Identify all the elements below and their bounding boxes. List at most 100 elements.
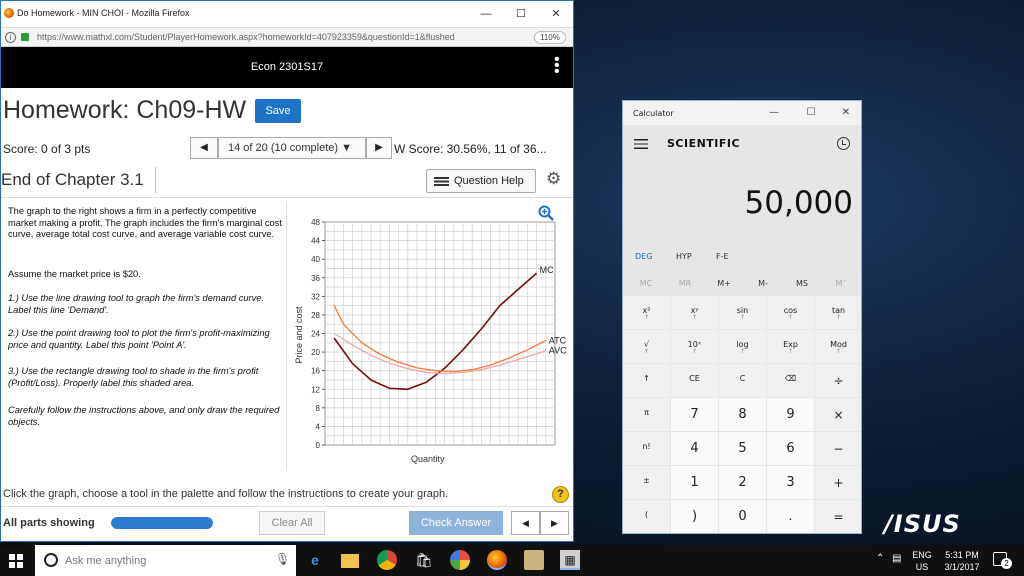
store-icon[interactable]: 🛍 (414, 550, 434, 570)
next-part-button[interactable]: ▶ (540, 511, 569, 535)
calc-key[interactable]: ± (623, 466, 670, 499)
shift-arrow-icon: ↑ (787, 348, 794, 355)
network-icon[interactable]: ▤ (892, 553, 901, 564)
question-help-button[interactable]: Question Help (426, 169, 536, 193)
calc-key[interactable]: C (719, 364, 766, 397)
zoom-indicator[interactable]: 110% (534, 31, 566, 44)
calc-key-label: 0 (738, 509, 747, 524)
calc-close-button[interactable]: ✕ (836, 107, 856, 118)
calc-key[interactable]: 6 (767, 432, 814, 465)
hamburger-menu-icon[interactable] (634, 139, 648, 149)
calculator-taskbar-icon[interactable]: ▦ (560, 550, 580, 570)
microphone-icon[interactable]: 🎙 (275, 552, 290, 566)
edge-browser-icon[interactable]: e (305, 550, 325, 570)
calc-key[interactable]: log ↑ (719, 330, 766, 363)
calc-key[interactable]: x² ↑ (623, 296, 670, 329)
calc-key[interactable]: n! (623, 432, 670, 465)
calc-key[interactable]: sin ↑ (719, 296, 766, 329)
calc-key[interactable]: Exp ↑ (767, 330, 814, 363)
calc-key[interactable]: π (623, 398, 670, 431)
calc-key-label: C (739, 374, 746, 383)
y-tick-label: 36 (311, 274, 320, 283)
firefox-logo-icon (4, 8, 14, 18)
previous-question-button[interactable]: ◀ (190, 137, 218, 159)
minimize-button[interactable]: — (471, 5, 501, 23)
history-icon[interactable] (837, 137, 850, 150)
calc-key-label: . (788, 509, 793, 524)
calc-key[interactable]: 1 (671, 466, 718, 499)
deg-toggle[interactable]: DEG (635, 252, 652, 261)
calc-key[interactable]: ⌫ (767, 364, 814, 397)
calc-key[interactable]: ) (671, 500, 718, 533)
course-name: Econ 2301S17 (250, 61, 324, 73)
calc-maximize-button[interactable]: ☐ (801, 107, 821, 118)
shift-arrow-icon: ↑ (835, 314, 842, 321)
calc-key[interactable]: 9 (767, 398, 814, 431)
calc-key-label: + (833, 476, 844, 490)
chrome-icon[interactable] (377, 550, 397, 570)
calc-key[interactable]: = (815, 500, 861, 533)
calc-key[interactable]: 3 (767, 466, 814, 499)
calc-key[interactable]: xʸ ↑ (671, 296, 718, 329)
prev-part-button[interactable]: ◀ (511, 511, 540, 535)
calc-key[interactable]: CE (671, 364, 718, 397)
calc-key[interactable]: 8 (719, 398, 766, 431)
next-question-button[interactable]: ▶ (366, 137, 392, 159)
save-button[interactable]: Save (255, 99, 301, 123)
calc-key[interactable]: 2 (719, 466, 766, 499)
clock[interactable]: 5:31 PM 3/1/2017 (942, 549, 982, 573)
more-options-icon[interactable]: • • • (554, 52, 560, 80)
memory-key[interactable]: M˅ (818, 279, 861, 288)
calc-key[interactable]: ( (623, 500, 670, 533)
shift-arrow-icon: ↑ (739, 314, 746, 321)
calc-key[interactable]: √ ↑ (623, 330, 670, 363)
cost-curve-graph[interactable]: 04812162024283236404448 MCATCAVC Price a… (288, 201, 568, 476)
calc-key[interactable]: ↑ (623, 364, 670, 397)
calc-key[interactable]: 5 (719, 432, 766, 465)
parts-showing-label: All parts showing (3, 517, 95, 529)
calc-key[interactable]: Mod ↑ (815, 330, 861, 363)
calc-key[interactable]: 10ˣ ↑ (671, 330, 718, 363)
calc-key[interactable]: + (815, 466, 861, 499)
hyp-toggle[interactable]: HYP (676, 252, 692, 261)
firefox-taskbar-icon[interactable] (487, 550, 507, 570)
y-tick-label: 40 (311, 255, 320, 264)
close-button[interactable]: ✕ (541, 5, 571, 23)
calc-minimize-button[interactable]: — (764, 107, 784, 118)
gear-icon[interactable]: ⚙ (546, 169, 561, 189)
windows-start-icon[interactable] (9, 554, 23, 568)
divider (1, 506, 573, 507)
calc-key[interactable]: 7 (671, 398, 718, 431)
help-icon[interactable]: ? (552, 486, 569, 503)
address-bar[interactable]: i https://www.mathxl.com/Student/PlayerH… (1, 27, 573, 47)
calc-key[interactable]: cos ↑ (767, 296, 814, 329)
picasa-icon[interactable] (450, 550, 470, 570)
calc-key[interactable]: − (815, 432, 861, 465)
clear-all-button[interactable]: Clear All (259, 511, 325, 535)
calc-key[interactable]: × (815, 398, 861, 431)
fe-toggle[interactable]: F-E (716, 252, 729, 261)
calc-key[interactable]: tan ↑ (815, 296, 861, 329)
language-indicator[interactable]: ENG US (912, 549, 932, 573)
calc-key[interactable]: 0 (719, 500, 766, 533)
y-axis-label: Price and cost (294, 306, 304, 364)
info-icon[interactable]: i (5, 32, 16, 43)
calculator-title: Calculator (633, 109, 674, 118)
calc-key-label: = (833, 510, 844, 524)
tray-expand-icon[interactable]: ⌃ (876, 553, 884, 564)
calc-key-label: ) (691, 509, 698, 524)
maximize-button[interactable]: ☐ (506, 5, 536, 23)
question-selector[interactable]: 14 of 20 (10 complete) ▼ (218, 137, 366, 159)
check-answer-button[interactable]: Check Answer (409, 511, 503, 535)
firefox-window: Do Homework - MIN CHOI - Mozilla Firefox… (0, 0, 574, 542)
y-tick-label: 0 (316, 441, 321, 450)
url-text[interactable]: https://www.mathxl.com/Student/PlayerHom… (37, 32, 455, 42)
calc-key[interactable]: 4 (671, 432, 718, 465)
cortana-search-box[interactable]: Ask me anything 🎙 (35, 545, 296, 576)
asus-logo: /ISUS (884, 510, 961, 538)
calculator-titlebar: Calculator — ☐ ✕ (623, 101, 861, 125)
notes-app-icon[interactable] (524, 550, 544, 570)
calc-key[interactable]: . (767, 500, 814, 533)
calc-key[interactable]: ÷ (815, 364, 861, 397)
file-explorer-icon[interactable] (341, 554, 359, 568)
